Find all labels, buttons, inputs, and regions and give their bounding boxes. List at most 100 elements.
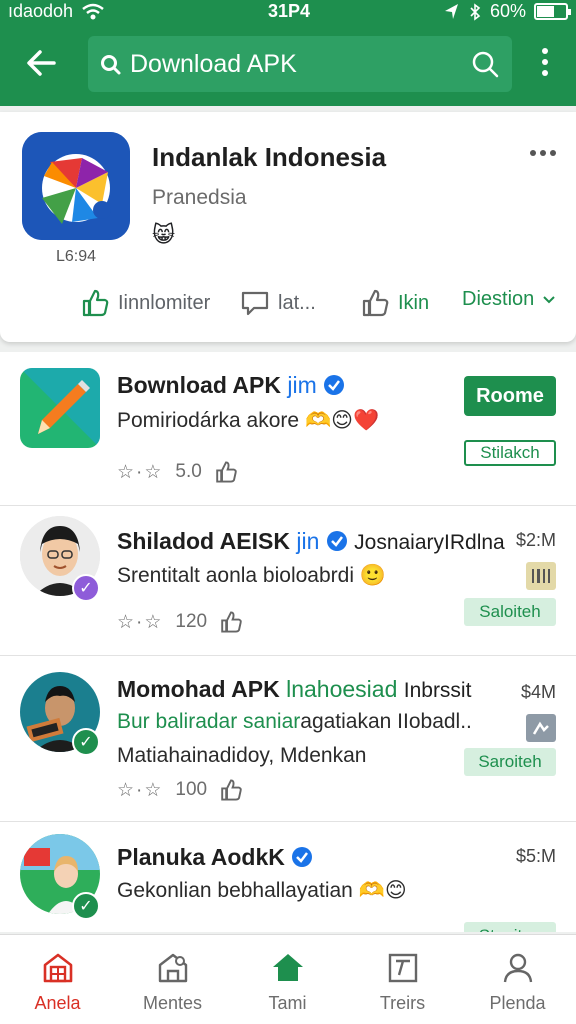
item-title: Shiladod AEISK jin JosnaiaryIRdlna xyxy=(117,528,505,554)
nav-label: Anela xyxy=(34,993,81,1013)
item-emoji: 🫶😊 xyxy=(358,879,407,902)
image-thumbnail-icon xyxy=(526,714,556,742)
search-icon xyxy=(101,55,121,75)
app-logo[interactable] xyxy=(22,132,130,240)
item-subtitle: JosnaiaryIRdlna xyxy=(354,531,505,554)
item-description-rest: agatiakan IIobadl.. xyxy=(300,710,472,733)
item-tag: jim xyxy=(287,372,317,398)
chart-icon xyxy=(388,953,418,983)
nav-label: Mentes xyxy=(142,993,203,1013)
item-price: $4M xyxy=(520,682,556,702)
rating-value: 100 xyxy=(175,779,208,800)
item-tag: jin xyxy=(296,528,320,554)
rating-value: 120 xyxy=(175,611,208,632)
app-action-row: Iinnlomiter lat... Ikin Diestion xyxy=(0,284,576,324)
action-description[interactable]: Diestion xyxy=(462,288,556,311)
pencil-app-icon xyxy=(20,368,100,448)
more-horiz-icon[interactable] xyxy=(528,148,558,158)
nav-item-mentes[interactable]: Mentes xyxy=(115,935,230,1024)
item-meta: ☆·☆ 5.0 xyxy=(117,460,238,484)
action-like-label: Ikin xyxy=(398,291,430,314)
action-description-label: Diestion xyxy=(462,288,535,310)
location-icon xyxy=(444,3,458,19)
search-submit-icon[interactable] xyxy=(470,49,500,79)
item-description-secondary: Matiahainadidoy, Mdenkan xyxy=(117,744,367,767)
clock: 31P4 xyxy=(268,1,311,21)
action-comment-label: lat... xyxy=(278,291,316,314)
list-item[interactable]: ✓ Planuka AodkK Gekonlian bebhallayatian… xyxy=(0,822,576,932)
profile-icon xyxy=(503,953,533,983)
verified-badge-icon: ✓ xyxy=(72,728,100,756)
nav-item-plenda[interactable]: Plenda xyxy=(460,935,575,1024)
star-rating-icon: ☆·☆ xyxy=(117,611,164,633)
apk-list: Bownload APK jim Pomiriodárka akore 🫶😊❤… xyxy=(0,352,576,932)
battery-percent: 60% xyxy=(489,1,526,21)
nav-item-anela[interactable]: Anela xyxy=(0,935,115,1024)
search-input[interactable] xyxy=(130,48,450,80)
app-code: L6:94 xyxy=(55,248,97,265)
verified-icon xyxy=(324,375,345,395)
item-description: Gekonlian bebhallayatian 🫶😊 xyxy=(117,879,407,902)
item-title: Planuka AodkK xyxy=(117,844,313,871)
comment-icon xyxy=(241,291,269,316)
item-emoji: 🫶😊❤️ xyxy=(304,409,380,432)
verified-icon xyxy=(292,847,313,867)
primary-action-button[interactable]: Roome xyxy=(464,376,556,416)
action-install[interactable]: Iinnlomiter xyxy=(80,288,210,318)
nav-item-tami[interactable]: Tami xyxy=(230,935,345,1024)
nav-label: Tami xyxy=(268,993,307,1013)
item-action-button[interactable]: Saroiteh xyxy=(464,748,556,776)
thumbs-up-icon[interactable] xyxy=(214,460,238,484)
rating-value: 5.0 xyxy=(175,461,202,482)
developer-name[interactable]: Pranedsia xyxy=(152,186,247,210)
nav-item-treirs[interactable]: Treirs xyxy=(345,935,460,1024)
item-description: Pomiriodárka akore 🫶😊❤️ xyxy=(117,409,380,432)
back-arrow-icon[interactable] xyxy=(22,44,60,82)
item-action-button[interactable]: Saloiteh xyxy=(464,598,556,626)
more-vert-icon[interactable] xyxy=(532,44,558,80)
item-price: $5:M xyxy=(515,846,556,866)
list-item[interactable]: ✓ Momohad APK lnahoesiad Inbrssit Bur ba… xyxy=(0,656,576,822)
thumbs-up-icon[interactable] xyxy=(219,610,243,634)
action-like[interactable]: Ikin xyxy=(360,288,429,318)
item-description: Bur baliradar saniaragatiakan IIobadl.. xyxy=(117,710,472,733)
item-description: Srentitalt aonla bioloabrdi 🙂 xyxy=(117,564,386,587)
star-rating-icon: ☆·☆ xyxy=(117,461,164,483)
item-meta: ☆·☆ 120 xyxy=(117,610,243,634)
search-bar[interactable] xyxy=(88,36,512,92)
status-bar: ıdaodoh 31P4 60% xyxy=(0,0,576,26)
item-price: $2:M xyxy=(515,530,556,550)
star-rating-icon: ☆·☆ xyxy=(117,779,164,801)
action-install-label: Iinnlomiter xyxy=(118,291,211,314)
item-title: Bownload APK jim xyxy=(117,372,345,399)
developer-emoji: 😸 xyxy=(152,222,175,247)
verified-badge-icon: ✓ xyxy=(72,574,100,602)
list-item[interactable]: Bownload APK jim Pomiriodárka akore 🫶😊❤… xyxy=(0,352,576,506)
item-title: Momohad APK lnahoesiad Inbrssit xyxy=(117,676,472,702)
thumbs-up-icon[interactable] xyxy=(219,778,243,802)
home-icon xyxy=(273,954,303,981)
thumbs-up-icon xyxy=(82,289,109,317)
app-bar: ıdaodoh 31P4 60% xyxy=(0,0,576,106)
barcode-icon xyxy=(526,562,556,590)
list-item[interactable]: ✓ Shiladod AEISK jin JosnaiaryIRdlna Sre… xyxy=(0,506,576,656)
verified-icon xyxy=(326,531,347,551)
item-meta: ☆·☆ 100 xyxy=(117,778,243,802)
item-subtitle: Inbrssit xyxy=(403,679,472,702)
nav-label: Treirs xyxy=(379,993,426,1013)
app-name: Indanlak Indonesia xyxy=(152,142,387,172)
action-comment[interactable]: lat... xyxy=(240,288,316,318)
thumbs-up-icon xyxy=(362,289,389,317)
wifi-icon xyxy=(82,3,104,19)
app-header-card: L6:94 Indanlak Indonesia Pranedsia 😸 Iin… xyxy=(0,112,576,342)
carrier-label: ıdaodoh xyxy=(8,1,74,21)
store-icon xyxy=(43,953,73,983)
item-action-button[interactable]: Stapiten xyxy=(464,922,556,932)
nav-label: Plenda xyxy=(489,993,546,1013)
item-tag: lnahoesiad xyxy=(286,676,398,702)
bottom-navigation: Anela Mentes Tami Treirs Plenda xyxy=(0,934,576,1024)
bluetooth-icon xyxy=(470,2,481,21)
battery-icon xyxy=(534,3,571,20)
secondary-action-button[interactable]: Stilakch xyxy=(464,440,556,466)
apps-icon xyxy=(158,953,188,983)
